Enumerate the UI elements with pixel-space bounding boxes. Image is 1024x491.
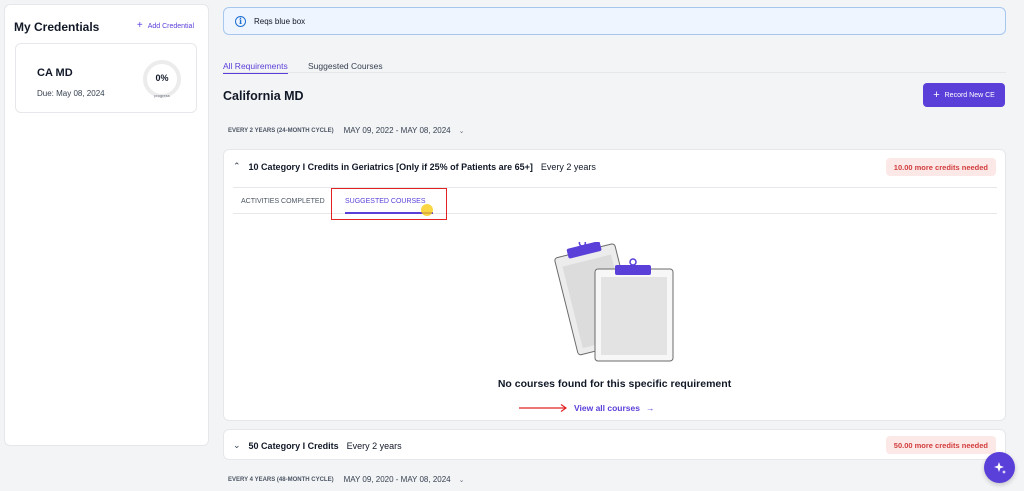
- add-credential-button[interactable]: + Add Credential: [136, 20, 194, 31]
- chevron-up-icon: ⌃: [233, 161, 241, 171]
- info-banner: i Reqs blue box: [223, 7, 1006, 35]
- requirement-title: 10 Category I Credits in Geriatrics [Onl…: [248, 161, 533, 172]
- credential-name: CA MD: [37, 67, 73, 79]
- sparkle-icon: [993, 461, 1006, 474]
- info-text: Reqs blue box: [254, 17, 306, 26]
- requirement-frequency: Every 2 years: [540, 161, 596, 172]
- annotation-arrow-icon: [519, 404, 568, 412]
- info-icon: i: [235, 16, 246, 27]
- cycle-row: EVERY 2 YEARS (24-MONTH CYCLE) MAY 09, 2…: [228, 126, 464, 135]
- tab-suggested-courses[interactable]: Suggested Courses: [308, 61, 383, 73]
- progress-label: progress: [154, 93, 170, 98]
- credits-needed-badge: 10.00 more credits needed: [885, 158, 996, 176]
- credential-due-date: Due: May 08, 2024: [37, 89, 105, 98]
- cycle-label: EVERY 4 YEARS (48-MONTH CYCLE): [228, 476, 334, 483]
- view-all-courses-label: View all courses: [574, 403, 640, 413]
- requirement-frequency: Every 2 years: [346, 440, 402, 451]
- requirement-card: ⌃ 10 Category I Credits in Geriatrics [O…: [223, 149, 1006, 421]
- requirements-tabs: All Requirements Suggested Courses: [223, 61, 1006, 74]
- record-new-ce-label: Record New CE: [944, 91, 995, 99]
- credential-card[interactable]: CA MD Due: May 08, 2024 0% progress: [15, 43, 197, 113]
- chevron-down-icon: ⌄: [233, 440, 241, 450]
- record-new-ce-button[interactable]: + Record New CE: [923, 83, 1005, 107]
- requirement-title: 50 Category I Credits: [248, 440, 339, 451]
- clipboard-illustration-icon: [554, 242, 674, 362]
- progress-percent: 0%: [155, 73, 169, 83]
- plus-icon: +: [136, 20, 143, 31]
- requirement-card: ⌄ 50 Category I Credits Every 2 years 50…: [223, 429, 1006, 460]
- sidebar-title: My Credentials: [14, 20, 100, 34]
- credentials-sidebar: My Credentials + Add Credential CA MD Du…: [4, 4, 209, 446]
- empty-state-message: No courses found for this specific requi…: [497, 378, 732, 390]
- add-credential-label: Add Credential: [147, 22, 194, 30]
- cycle-label: EVERY 2 YEARS (24-MONTH CYCLE): [228, 127, 334, 134]
- assistant-fab-button[interactable]: [984, 452, 1015, 483]
- credits-needed-badge: 50.00 more credits needed: [885, 436, 996, 454]
- requirement-header[interactable]: ⌄ 50 Category I Credits Every 2 years: [233, 440, 402, 451]
- chevron-down-icon[interactable]: ⌄: [459, 476, 465, 484]
- plus-icon: +: [933, 89, 940, 101]
- cycle-row: EVERY 4 YEARS (48-MONTH CYCLE) MAY 09, 2…: [228, 475, 464, 484]
- cycle-dates-dropdown[interactable]: MAY 09, 2020 - MAY 08, 2024: [344, 475, 451, 484]
- page-title: California MD: [223, 89, 304, 103]
- requirement-header[interactable]: ⌃ 10 Category I Credits in Geriatrics [O…: [233, 161, 596, 172]
- arrow-right-icon: →: [646, 403, 655, 413]
- cycle-dates-dropdown[interactable]: MAY 09, 2022 - MAY 08, 2024: [344, 126, 451, 135]
- chevron-down-icon[interactable]: ⌄: [459, 127, 465, 135]
- tab-activities-completed[interactable]: ACTIVITIES COMPLETED: [241, 198, 325, 205]
- cursor-indicator: [421, 204, 433, 216]
- view-all-courses-link[interactable]: View all courses →: [574, 403, 655, 413]
- tab-all-requirements[interactable]: All Requirements: [223, 61, 288, 74]
